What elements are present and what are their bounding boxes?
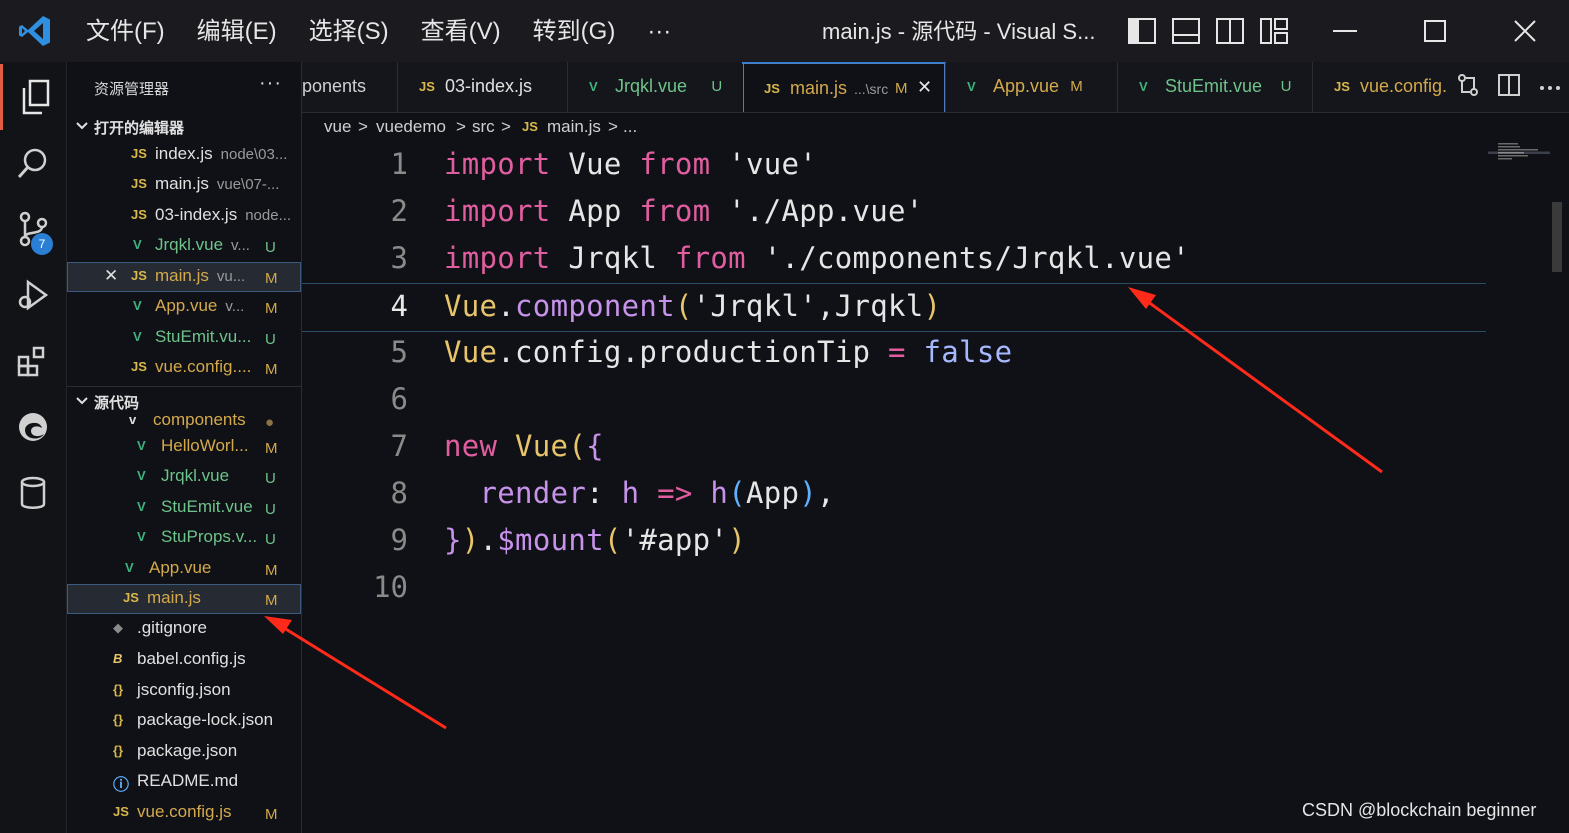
arrow-to-main-js xyxy=(264,616,447,730)
watermark: CSDN @blockchain beginner xyxy=(1302,800,1537,820)
annotation-arrows xyxy=(264,287,1383,730)
arrow-to-component-line xyxy=(1128,287,1383,474)
